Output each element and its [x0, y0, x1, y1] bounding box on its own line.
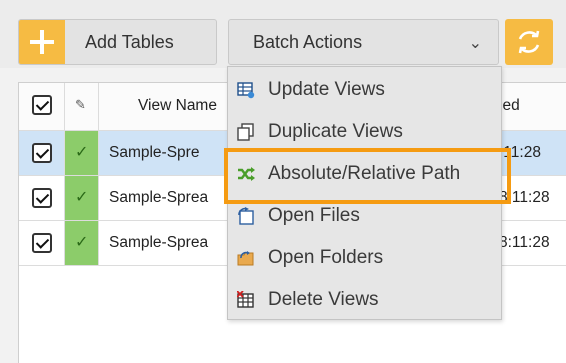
menu-item-open-folders[interactable]: Open Folders [228, 237, 501, 279]
status-cell: ✓ [65, 131, 99, 175]
batch-actions-label: Batch Actions [253, 32, 363, 52]
row-checkbox-cell [19, 176, 65, 220]
header-modified[interactable]: ied [499, 83, 566, 130]
header-edit-cell: ✎ [65, 83, 99, 130]
status-cell: ✓ [65, 176, 99, 220]
modified-cell: 8:11:28 [499, 189, 550, 206]
row-checkbox-cell [19, 131, 65, 175]
menu-item-delete-views[interactable]: Delete Views [228, 279, 501, 321]
status-cell: ✓ [65, 221, 99, 265]
refresh-button[interactable] [505, 19, 553, 65]
toolbar: Add Tables Batch Actions ⌄ [0, 0, 566, 68]
menu-item-update-views[interactable]: Update Views [228, 69, 501, 111]
menu-item-absolute-relative-path[interactable]: Absolute/Relative Path [228, 153, 501, 195]
header-checkbox-cell [19, 83, 65, 130]
delete-views-icon [237, 291, 254, 308]
header-view-name[interactable]: View Name [99, 83, 239, 130]
refresh-icon [518, 30, 540, 54]
modified-cell: :11:28 [499, 144, 541, 161]
select-all-checkbox[interactable] [32, 95, 52, 115]
check-icon: ✓ [75, 234, 89, 251]
shuffle-icon [238, 167, 255, 181]
view-name-cell: Sample-Sprea [109, 189, 209, 206]
open-files-icon [238, 207, 254, 225]
plus-icon [19, 20, 65, 64]
pencil-icon: ✎ [75, 97, 86, 112]
check-icon: ✓ [75, 144, 89, 161]
modified-cell: 8:11:28 [499, 234, 550, 251]
row-checkbox-cell [19, 221, 65, 265]
batch-actions-dropdown[interactable]: Batch Actions ⌄ [228, 19, 499, 65]
check-icon: ✓ [75, 189, 89, 206]
menu-item-open-files[interactable]: Open Files [228, 195, 501, 237]
view-name-cell: Sample-Sprea [109, 234, 209, 251]
row-checkbox[interactable] [32, 233, 52, 253]
row-checkbox[interactable] [32, 188, 52, 208]
add-tables-button[interactable]: Add Tables [18, 19, 217, 65]
row-checkbox[interactable] [32, 143, 52, 163]
chevron-down-icon: ⌄ [468, 35, 482, 52]
menu-item-duplicate-views[interactable]: Duplicate Views [228, 111, 501, 153]
duplicate-icon [237, 123, 254, 141]
open-folder-icon [237, 251, 254, 266]
batch-actions-menu: Update Views Duplicate Views Absolute/Re… [227, 66, 502, 320]
add-tables-label: Add Tables [85, 32, 174, 52]
view-name-cell: Sample-Spre [109, 144, 200, 161]
update-views-icon [237, 82, 255, 99]
